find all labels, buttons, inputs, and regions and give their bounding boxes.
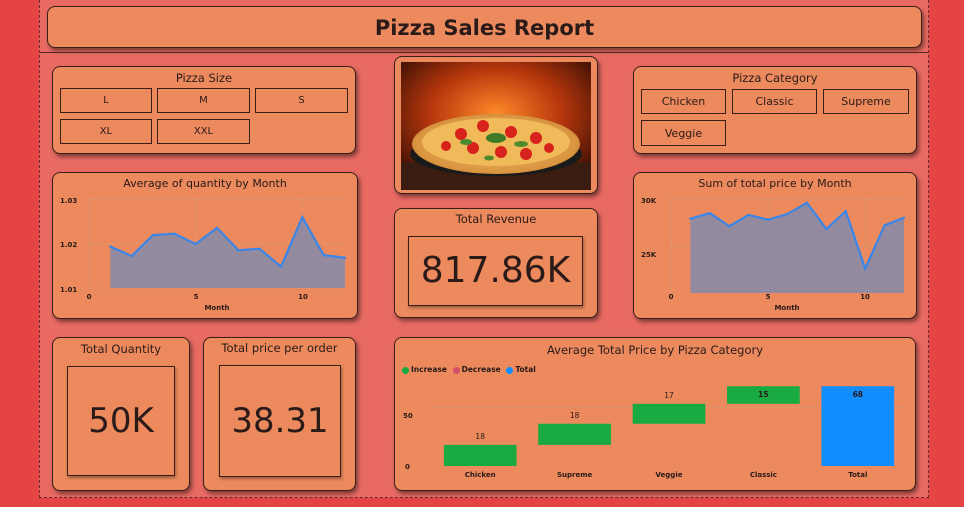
total-revenue-title: Total Revenue [455,212,537,226]
y-tick-label: 1.03 [60,197,77,205]
size-option-s[interactable]: S [255,88,348,113]
sum-price-chart: 30K 25K 0 5 10 Month [641,197,906,312]
total-quantity-card: Total Quantity 50K [52,337,190,491]
category-label: Supreme [557,471,593,479]
pizza-image [401,62,591,190]
y-tick-label: 1.02 [60,241,77,249]
x-axis-label: Month [774,304,799,312]
size-option-xxl[interactable]: XXL [157,119,250,144]
x-tick-label: 10 [298,293,308,301]
data-point [747,213,750,217]
pizza-category-slicer: Pizza Category Chicken Classic Supreme V… [633,66,917,154]
total-quantity-value: 50K [67,366,175,476]
series-area [110,217,345,288]
price-per-order-card: Total price per order 38.31 [203,337,356,491]
y-tick-label: 1.01 [60,286,77,294]
title-card: Pizza Sales Report [47,6,922,48]
data-point [863,267,867,270]
data-point [689,217,692,220]
data-point [708,211,712,215]
total-quantity-title: Total Quantity [80,342,162,356]
pizza-size-slicer: Pizza Size L M S XL XXL [52,66,356,154]
sum-price-card: Sum of total price by Month 30K 25K 0 5 … [633,172,917,319]
pizza-category-title: Pizza Category [732,71,818,85]
x-tick-label: 10 [860,293,870,301]
data-point [343,256,347,259]
waterfall-bar [443,444,517,466]
pizza-size-title: Pizza Size [175,71,233,85]
y-tick-label: 50 [403,412,413,420]
category-option-classic[interactable]: Classic [732,89,817,114]
data-label: 18 [570,411,580,420]
data-point [825,227,828,231]
size-option-l[interactable]: L [60,88,152,113]
y-tick-label: 25K [641,251,657,259]
data-point [902,216,906,219]
data-point [237,248,240,252]
data-point [279,265,283,268]
data-point [322,253,325,257]
waterfall-bar [538,423,611,445]
data-point [805,201,809,204]
data-point [215,226,219,230]
series-area [690,202,904,293]
data-point [258,247,261,251]
avg-quantity-card: Average of quantity by Month 1.03 1.02 1… [52,172,358,319]
total-revenue-card: Total Revenue 817.86K [394,208,598,318]
y-tick-label: 30K [641,197,657,205]
category-label: Classic [750,471,777,479]
waterfall-chart: 50 0 18 Chicken 18 Supreme 17 Veggie 15 Classic… [403,386,905,479]
data-label: 18 [475,432,485,441]
category-label: Veggie [656,471,683,479]
avg-quantity-chart: 1.03 1.02 1.01 0 5 10 Month [60,197,347,312]
data-point [786,212,789,216]
page-title: Pizza Sales Report [374,16,595,40]
category-label: Chicken [465,471,496,479]
x-tick-label: 5 [194,293,199,301]
data-point [728,225,731,228]
x-tick-label: 0 [669,293,674,301]
data-label: 17 [664,391,674,400]
data-point [844,210,847,213]
category-option-chicken[interactable]: Chicken [641,89,726,114]
category-label: Total [848,471,867,479]
data-point [766,218,770,221]
waterfall-bar [632,403,706,424]
size-option-m[interactable]: M [157,88,250,113]
category-option-veggie[interactable]: Veggie [641,120,726,146]
data-point [173,232,176,235]
price-per-order-title: Total price per order [221,341,338,355]
data-point [883,224,886,227]
data-label: 15 [758,390,768,399]
data-point [194,242,197,246]
pizza-image-card [394,56,598,194]
size-option-xl[interactable]: XL [60,119,152,144]
data-point [130,254,133,258]
data-point [151,233,155,237]
x-tick-label: 0 [87,293,92,301]
data-point [109,245,112,248]
x-tick-label: 5 [766,293,771,301]
category-option-supreme[interactable]: Supreme [823,89,909,114]
price-per-order-value: 38.31 [219,365,341,477]
waterfall-card: Average Total Price by Pizza Category In… [394,337,916,491]
x-axis-label: Month [204,304,229,312]
total-revenue-value: 817.86K [408,236,583,306]
data-point [301,216,304,219]
data-label: 68 [853,390,863,399]
y-tick-label: 0 [405,463,410,471]
